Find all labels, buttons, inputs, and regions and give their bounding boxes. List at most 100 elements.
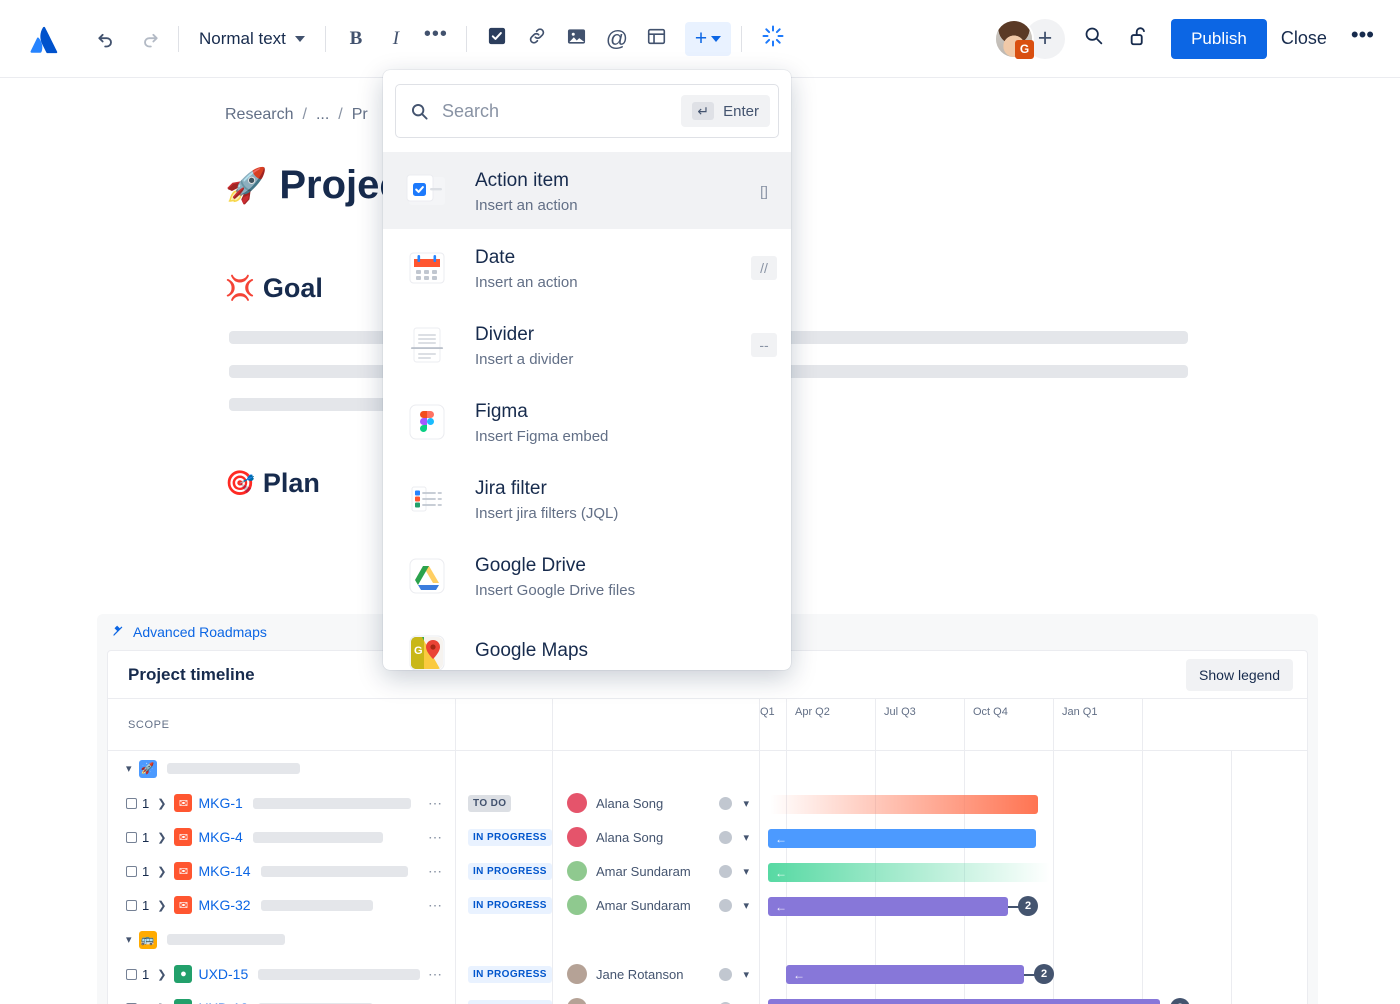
overflow-menu-button[interactable]: ••• <box>1341 22 1390 56</box>
breadcrumb-item-2[interactable]: Pr <box>352 106 368 124</box>
chevron-right-icon[interactable]: ❯ <box>157 865 166 878</box>
table-row[interactable]: 1 ❯ ✉ MKG-1 ⋯ <box>108 786 455 820</box>
menu-item-divider[interactable]: Divider Insert a divider -- <box>383 306 791 383</box>
assignee-cell[interactable]: Amar Sundaram ▾ <box>553 854 759 888</box>
undo-button[interactable] <box>88 21 124 57</box>
row-menu-icon[interactable]: ⋯ <box>428 795 443 812</box>
assignee-cell[interactable]: Jane Rotanson ▾ <box>553 991 759 1004</box>
menu-item-google-maps[interactable]: G Google Maps <box>383 614 791 670</box>
issue-key[interactable]: MKG-32 <box>198 897 250 913</box>
heading-plan[interactable]: 🎯 Plan <box>225 468 320 499</box>
issue-key[interactable]: UXD-15 <box>198 966 248 982</box>
gantt-bar[interactable]: ← <box>786 965 1024 984</box>
row-checkbox[interactable] <box>126 968 137 980</box>
gantt-bar[interactable]: ← <box>768 897 1008 916</box>
assignee-action-icon[interactable] <box>719 967 733 981</box>
menu-item-action-item[interactable]: Action item Insert an action [] <box>383 152 791 229</box>
issue-type-icon: ✉ <box>174 828 193 846</box>
row-checkbox[interactable] <box>126 797 137 809</box>
epic-group-row[interactable]: ▾ 🚀 <box>108 751 455 786</box>
assignee-action-icon[interactable] <box>719 830 733 844</box>
chevron-down-icon[interactable]: ▾ <box>743 899 749 912</box>
bold-button[interactable]: B <box>336 21 376 57</box>
menu-item-google-drive[interactable]: Google Drive Insert Google Drive files <box>383 537 791 614</box>
text-style-dropdown[interactable]: Normal text <box>189 21 315 57</box>
table-button[interactable] <box>637 21 677 57</box>
chevron-down-icon[interactable]: ▾ <box>743 865 749 878</box>
timeline-chart-column[interactable]: Q1 Apr Q2 Jul Q3 Oct Q4 Jan Q1 ← ← ← 2 ←… <box>760 699 1307 1004</box>
breadcrumb-item-0[interactable]: Research <box>225 106 293 124</box>
avatar[interactable]: G <box>994 18 1035 59</box>
table-row[interactable]: 1 ❯ ● UXD-12 ⋯ <box>108 991 455 1004</box>
row-menu-icon[interactable]: ⋯ <box>428 1000 443 1004</box>
table-row[interactable]: 1 ❯ ✉ MKG-32 ⋯ <box>108 888 455 922</box>
publish-button[interactable]: Publish <box>1171 18 1267 59</box>
row-checkbox[interactable] <box>126 865 137 877</box>
insert-element-button[interactable]: + <box>684 21 732 56</box>
issue-key[interactable]: MKG-14 <box>198 863 250 879</box>
atlassian-logo[interactable] <box>22 17 66 61</box>
menu-item-jira-filter[interactable]: Jira filter Insert jira filters (JQL) <box>383 460 791 537</box>
mention-button[interactable]: @ <box>597 21 637 57</box>
assignee-cell[interactable]: Alana Song ▾ <box>553 786 759 820</box>
image-button[interactable] <box>557 21 597 57</box>
insert-element-menu[interactable]: ↵ Enter Action item <box>383 70 791 670</box>
action-item-button[interactable] <box>477 21 517 57</box>
row-checkbox[interactable] <box>126 831 137 843</box>
close-button[interactable]: Close <box>1267 28 1341 49</box>
row-menu-icon[interactable]: ⋯ <box>428 863 443 880</box>
gantt-bar[interactable]: ← <box>768 863 1050 882</box>
advanced-roadmaps-macro[interactable]: Advanced Roadmaps Project timeline Show … <box>97 614 1318 1004</box>
epic-group-row[interactable]: ▾ 🚌 <box>108 922 455 957</box>
table-row[interactable]: 1 ❯ ✉ MKG-4 ⋯ <box>108 820 455 854</box>
dependency-count-badge[interactable]: 2 <box>1170 998 1190 1004</box>
insert-search-box[interactable]: ↵ Enter <box>395 84 779 138</box>
heading-goal[interactable]: 💢 Goal <box>225 273 323 304</box>
assignee-cell[interactable]: Jane Rotanson ▾ <box>553 957 759 991</box>
issue-key[interactable]: UXD-12 <box>198 1000 248 1004</box>
dependency-count-badge[interactable]: 2 <box>1034 964 1054 984</box>
chevron-right-icon[interactable]: ❯ <box>157 797 166 810</box>
chevron-right-icon[interactable]: ❯ <box>157 968 166 981</box>
chevron-down-icon[interactable]: ▾ <box>743 968 749 981</box>
grid-line <box>1053 751 1054 1004</box>
assignee-cell[interactable]: Amar Sundaram ▾ <box>553 888 759 922</box>
restrictions-button[interactable] <box>1115 21 1163 57</box>
row-menu-icon[interactable]: ⋯ <box>428 829 443 846</box>
row-menu-icon[interactable]: ⋯ <box>428 966 443 983</box>
apps-button[interactable] <box>752 21 794 57</box>
issue-key[interactable]: MKG-1 <box>198 795 242 811</box>
assignee-cell[interactable]: Alana Song ▾ <box>553 820 759 854</box>
assignee-action-icon[interactable] <box>719 864 733 878</box>
chevron-right-icon[interactable]: ❯ <box>157 831 166 844</box>
chevron-down-icon[interactable]: ▾ <box>743 831 749 844</box>
enter-label: Enter <box>723 102 759 120</box>
row-menu-icon[interactable]: ⋯ <box>428 897 443 914</box>
menu-item-date[interactable]: Date Insert an action // <box>383 229 791 306</box>
table-row[interactable]: 1 ❯ ● UXD-15 ⋯ <box>108 957 455 991</box>
assignee-action-icon[interactable] <box>719 898 733 912</box>
redo-button[interactable] <box>132 21 168 57</box>
summary-placeholder <box>258 968 421 980</box>
assignee-action-icon[interactable] <box>719 796 733 810</box>
italic-button[interactable]: I <box>376 21 416 57</box>
more-formatting-button[interactable]: ••• <box>416 21 456 57</box>
gantt-bar[interactable]: ← <box>768 999 1160 1004</box>
gantt-bar[interactable] <box>770 795 1038 814</box>
search-button[interactable] <box>1071 21 1115 57</box>
chevron-down-icon[interactable]: ▾ <box>126 933 132 946</box>
dependency-count-badge[interactable]: 2 <box>1018 896 1038 916</box>
table-row[interactable]: 1 ❯ ✉ MKG-14 ⋯ <box>108 854 455 888</box>
gantt-bar[interactable]: ← <box>768 829 1036 848</box>
breadcrumb-item-1[interactable]: ... <box>316 106 329 124</box>
chevron-right-icon[interactable]: ❯ <box>157 899 166 912</box>
issue-key[interactable]: MKG-4 <box>198 829 242 845</box>
toolbar-divider <box>324 25 326 52</box>
row-checkbox[interactable] <box>126 899 137 911</box>
search-input[interactable] <box>442 100 682 122</box>
link-button[interactable] <box>517 21 557 57</box>
chevron-down-icon[interactable]: ▾ <box>126 762 132 775</box>
chevron-down-icon[interactable]: ▾ <box>743 797 749 810</box>
menu-item-figma[interactable]: Figma Insert Figma embed <box>383 383 791 460</box>
show-legend-button[interactable]: Show legend <box>1186 658 1293 691</box>
